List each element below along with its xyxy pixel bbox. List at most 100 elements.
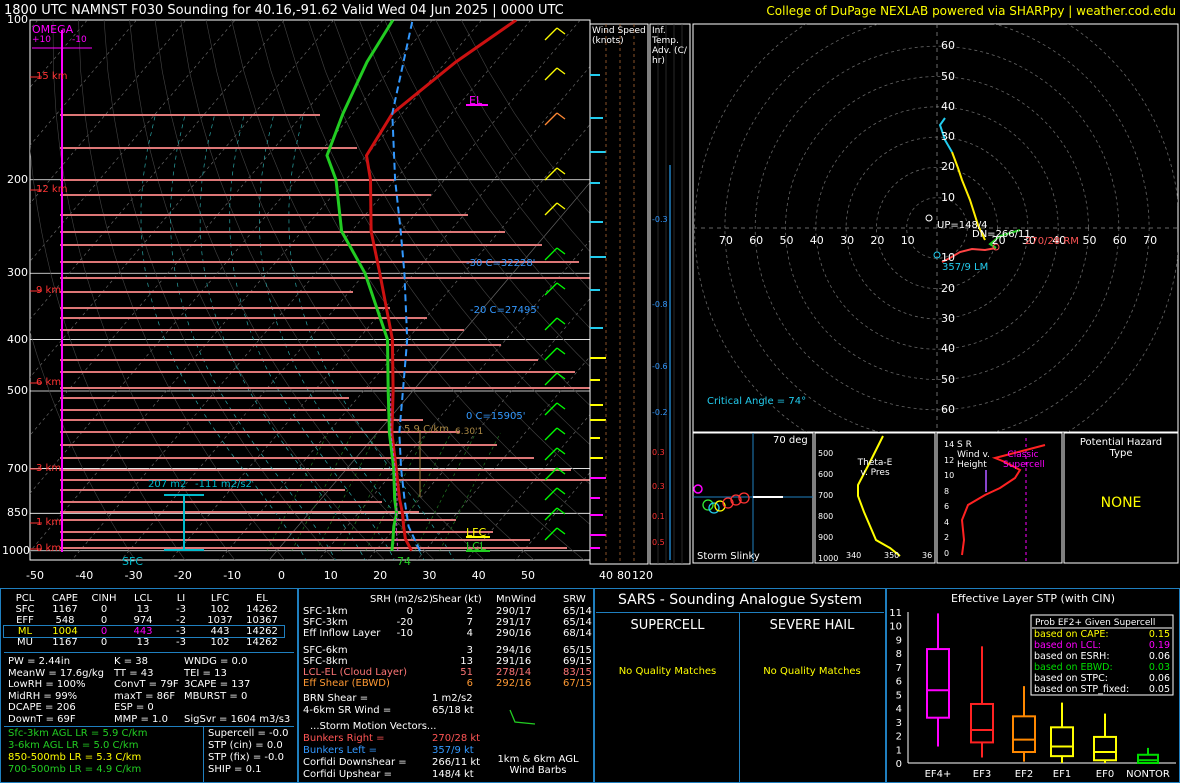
composite-param: Supercell = -0.0 — [208, 728, 289, 739]
wind-barb — [544, 402, 558, 416]
cell: -3 — [176, 626, 186, 637]
wind-barb — [544, 112, 558, 126]
parcel-row-eff[interactable]: EFF 548 0 974 -2 1037 10367 — [4, 615, 284, 626]
hodo-ring-label: 40 — [941, 342, 955, 356]
thermo-param: TEI = 13 — [184, 667, 227, 679]
cell: 974 — [133, 615, 153, 626]
mixing-ratio-line — [266, 432, 329, 551]
hazard-title: Potential Hazard Type — [1079, 437, 1163, 459]
pressure-tick-label: 850 — [7, 506, 28, 520]
lcl-label: LCL — [466, 540, 486, 553]
iso-20-label: -20 C=27495' — [470, 305, 540, 316]
stp-y-tick-label: 11 — [889, 608, 902, 619]
stp-box — [1093, 735, 1117, 762]
stp-legend-label: based on STP_fixed: — [1034, 684, 1129, 695]
composite-param: STP (cin) = 0.0 — [208, 740, 283, 751]
inf-temp-tick: -0.2 — [652, 408, 668, 417]
temp-tick-label: -50 — [26, 569, 44, 582]
kin-header: MnWind — [496, 594, 537, 605]
sfc-label: SFC — [122, 555, 143, 568]
stp-category-label: EF2 — [1015, 769, 1033, 780]
kin-shear: 6 — [466, 678, 473, 689]
parcel-row-sfc[interactable]: SFC 1167 0 13 -3 102 14262 — [4, 604, 284, 615]
cell: 0 — [100, 615, 108, 626]
kin-header: Shear (kt) — [432, 594, 482, 605]
cell: -3 — [176, 604, 186, 615]
wind-barb — [544, 247, 558, 261]
thermo-param: MMP = 1.0 — [114, 713, 168, 725]
height-label: 3 km — [36, 463, 62, 474]
sars-supercell-result: No Quality Matches — [618, 666, 717, 677]
critical-angle: Critical Angle = 74° — [707, 396, 807, 407]
stp-y-tick-label: 8 — [896, 649, 902, 660]
kin-row-label: SFC-6km — [303, 645, 348, 656]
inf-temp-tick: -0.6 — [652, 362, 668, 371]
hodo-axis-label: 50 — [779, 234, 794, 247]
kin-mnwind: 278/14 — [496, 667, 532, 678]
hodo-axis-label: 60 — [1112, 234, 1127, 247]
wind-barb — [544, 282, 558, 296]
slinky-label: Storm Slinky — [697, 551, 760, 562]
pressure-tick-label: 300 — [7, 266, 28, 280]
cell: 14262 — [246, 604, 278, 615]
srwind-height-tick: 2 — [944, 533, 950, 542]
inf-temp-tick: 0.5 — [652, 538, 665, 547]
height-label: 1 km — [36, 517, 62, 528]
stp-y-tick-label: 5 — [896, 690, 902, 701]
parcel-row-ml[interactable]: ML 1004 0 443 -3 443 14262 — [3, 625, 285, 638]
kin-srw: 65/15 — [563, 645, 592, 656]
hodo-ring-label: 10 — [941, 190, 955, 204]
wind-speed-tick-40: 40 — [599, 569, 613, 582]
hodo-ring-label: 60 — [941, 39, 955, 53]
stp-legend-label: based on EBWD: — [1034, 662, 1113, 673]
slinky-circle — [708, 502, 720, 514]
stp-y-tick-label: 1 — [896, 745, 902, 756]
wind-speed-title: Wind Speed (knots) — [592, 26, 646, 46]
wind-barb-flag — [556, 317, 566, 325]
height-label: 6 km — [36, 377, 62, 388]
kin-row-label: SFC-1km — [303, 606, 348, 617]
stp-y-tick-label: 3 — [896, 718, 902, 729]
pressure-tick-label: 700 — [7, 461, 28, 475]
kin-shear: 13 — [460, 656, 473, 667]
hodo-ring-label: 30 — [941, 130, 955, 144]
wind-barb — [544, 527, 558, 541]
height-label: 0 km — [36, 543, 62, 554]
wind-barb — [544, 427, 558, 441]
hodo-ring-label: 20 — [941, 160, 955, 174]
parcel-header: EL — [256, 593, 268, 604]
kin-shear: 3 — [466, 645, 473, 656]
thermo-param: maxT = 86F — [114, 690, 176, 702]
stp-y-tick-label: 10 — [889, 622, 902, 633]
wind-barb-flag — [556, 487, 566, 495]
lfc-label: LFC — [466, 526, 487, 539]
height-label: 15 km — [36, 71, 68, 82]
parcel-row-mu[interactable]: MU 1167 0 13 -3 102 14262 — [4, 637, 284, 648]
kin-row-label: Eff Inflow Layer — [303, 628, 381, 639]
stp-legend-label: based on ESRH: — [1034, 651, 1110, 662]
lapse-label2: 6.30'1 — [455, 427, 484, 437]
brn-shear-label: BRN Shear = — [303, 693, 369, 704]
wind-barb-flag — [556, 67, 566, 75]
parcel-header-row: PCL CAPE CINH LCL LI LFC EL — [4, 593, 284, 604]
temp-tick-label: 0 — [278, 569, 285, 582]
hodo-ring-label: 60 — [941, 402, 955, 416]
wind-barb-flag — [556, 247, 566, 255]
divider — [203, 727, 204, 782]
kin-header: SRW — [563, 594, 586, 605]
thermo-param: ESP = 0 — [114, 702, 154, 713]
kin-srw: 68/14 — [563, 628, 592, 639]
parcel-header: PCL — [15, 593, 35, 604]
hodo-axis-label: 10 — [900, 234, 915, 247]
theta-e-x-tick: 36 — [922, 551, 933, 560]
hodo-lm-label: 357/9 LM — [942, 262, 989, 273]
hodo-ring-label: 50 — [941, 69, 955, 83]
stp-y-tick-label: 6 — [896, 677, 902, 688]
wind-speed-plot — [590, 24, 683, 564]
omega-tick-minus: -10 — [72, 35, 87, 45]
stp-legend-title: Prob EF2+ Given Supercell — [1035, 618, 1155, 628]
stp-category-label: NONTOR — [1126, 769, 1170, 780]
thermo-param: TT = 43 — [114, 667, 154, 679]
hodo-axis-label: 70 — [1143, 234, 1158, 247]
srwind-height-tick: 0 — [944, 548, 950, 558]
